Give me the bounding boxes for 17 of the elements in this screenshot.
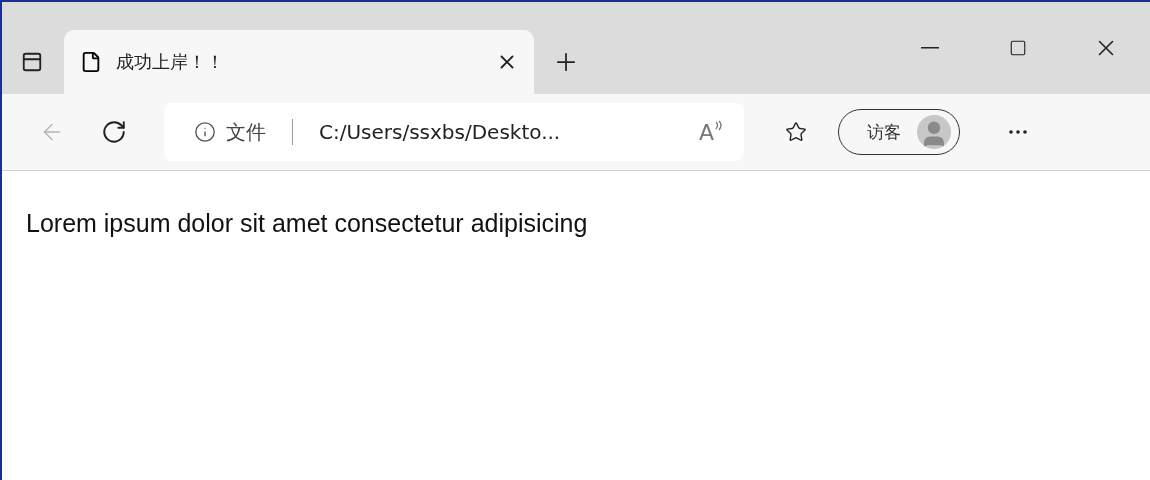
more-icon: [1009, 130, 1027, 134]
star-icon: [785, 121, 807, 143]
tab-title: 成功上岸！！: [116, 50, 225, 74]
minimize-icon: [921, 47, 939, 49]
profile-button[interactable]: 访客: [838, 109, 960, 155]
address-text: C:/Users/ssxbs/Deskto...: [319, 120, 562, 144]
page-text: Lorem ipsum dolor sit amet consectetur adipisicing: [26, 209, 589, 238]
info-icon: [194, 121, 216, 143]
document-icon: [80, 51, 102, 73]
browser-tab[interactable]: 成功上岸！！: [64, 30, 534, 94]
maximize-icon: [1009, 39, 1027, 57]
avatar-icon: [917, 115, 951, 149]
panel-icon: [21, 51, 43, 73]
site-info-label: 文件: [226, 118, 266, 146]
address-bar[interactable]: 文件 C:/Users/ssxbs/Deskto... A: [164, 103, 744, 161]
refresh-icon: [101, 119, 127, 145]
read-aloud-button[interactable]: A: [698, 119, 724, 145]
